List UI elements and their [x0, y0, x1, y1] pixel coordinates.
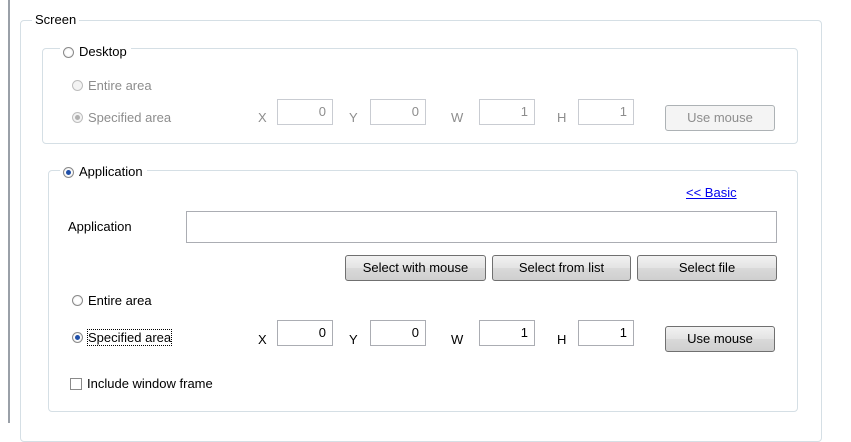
application-specified-area-label: Specified area: [86, 329, 173, 346]
desktop-h-field[interactable]: 1: [578, 99, 634, 125]
application-h-label: H: [557, 332, 567, 347]
desktop-y-field[interactable]: 0: [370, 99, 426, 125]
desktop-specified-area-radio[interactable]: Specified area: [72, 110, 171, 125]
radio-icon: [72, 80, 83, 91]
desktop-w-field[interactable]: 1: [479, 99, 535, 125]
application-label: Application: [79, 164, 143, 179]
desktop-w-label: W: [451, 110, 464, 125]
application-input[interactable]: [186, 211, 777, 243]
radio-icon: [72, 332, 83, 343]
desktop-x-field[interactable]: 0: [277, 99, 333, 125]
select-from-list-button[interactable]: Select from list: [492, 255, 631, 281]
desktop-h-label: H: [557, 110, 567, 125]
select-file-button[interactable]: Select file: [637, 255, 777, 281]
desktop-specified-area-label: Specified area: [88, 110, 172, 125]
desktop-x-label: X: [258, 110, 267, 125]
application-x-field[interactable]: 0: [277, 320, 333, 346]
application-y-field[interactable]: 0: [370, 320, 426, 346]
screen-group-title: Screen: [32, 12, 80, 28]
application-specified-area-radio[interactable]: Specified area: [72, 329, 173, 346]
application-w-field[interactable]: 1: [479, 320, 535, 346]
application-w-label: W: [451, 332, 464, 347]
application-entire-area-label: Entire area: [88, 293, 152, 308]
desktop-radio-icon: [63, 46, 74, 58]
desktop-label: Desktop: [79, 44, 127, 59]
application-x-label: X: [258, 332, 267, 347]
include-window-frame-label: Include window frame: [87, 376, 213, 391]
application-radio-icon: [63, 166, 74, 178]
desktop-radio[interactable]: Desktop: [60, 44, 131, 60]
include-window-frame-checkbox[interactable]: Include window frame: [70, 376, 213, 391]
basic-link[interactable]: << Basic: [686, 185, 737, 201]
application-field-label: Application: [68, 219, 132, 234]
desktop-entire-area-label: Entire area: [88, 78, 152, 93]
left-border: [8, 0, 10, 423]
checkbox-icon: [70, 377, 82, 390]
application-h-field[interactable]: 1: [578, 320, 634, 346]
desktop-use-mouse-button[interactable]: Use mouse: [665, 105, 775, 131]
radio-icon: [72, 295, 83, 306]
application-radio[interactable]: Application: [60, 164, 147, 180]
application-use-mouse-button[interactable]: Use mouse: [665, 326, 775, 352]
application-y-label: Y: [349, 332, 358, 347]
application-entire-area-radio[interactable]: Entire area: [72, 293, 152, 308]
radio-icon: [72, 112, 83, 123]
desktop-y-label: Y: [349, 110, 358, 125]
select-with-mouse-button[interactable]: Select with mouse: [345, 255, 486, 281]
desktop-entire-area-radio[interactable]: Entire area: [72, 78, 152, 93]
